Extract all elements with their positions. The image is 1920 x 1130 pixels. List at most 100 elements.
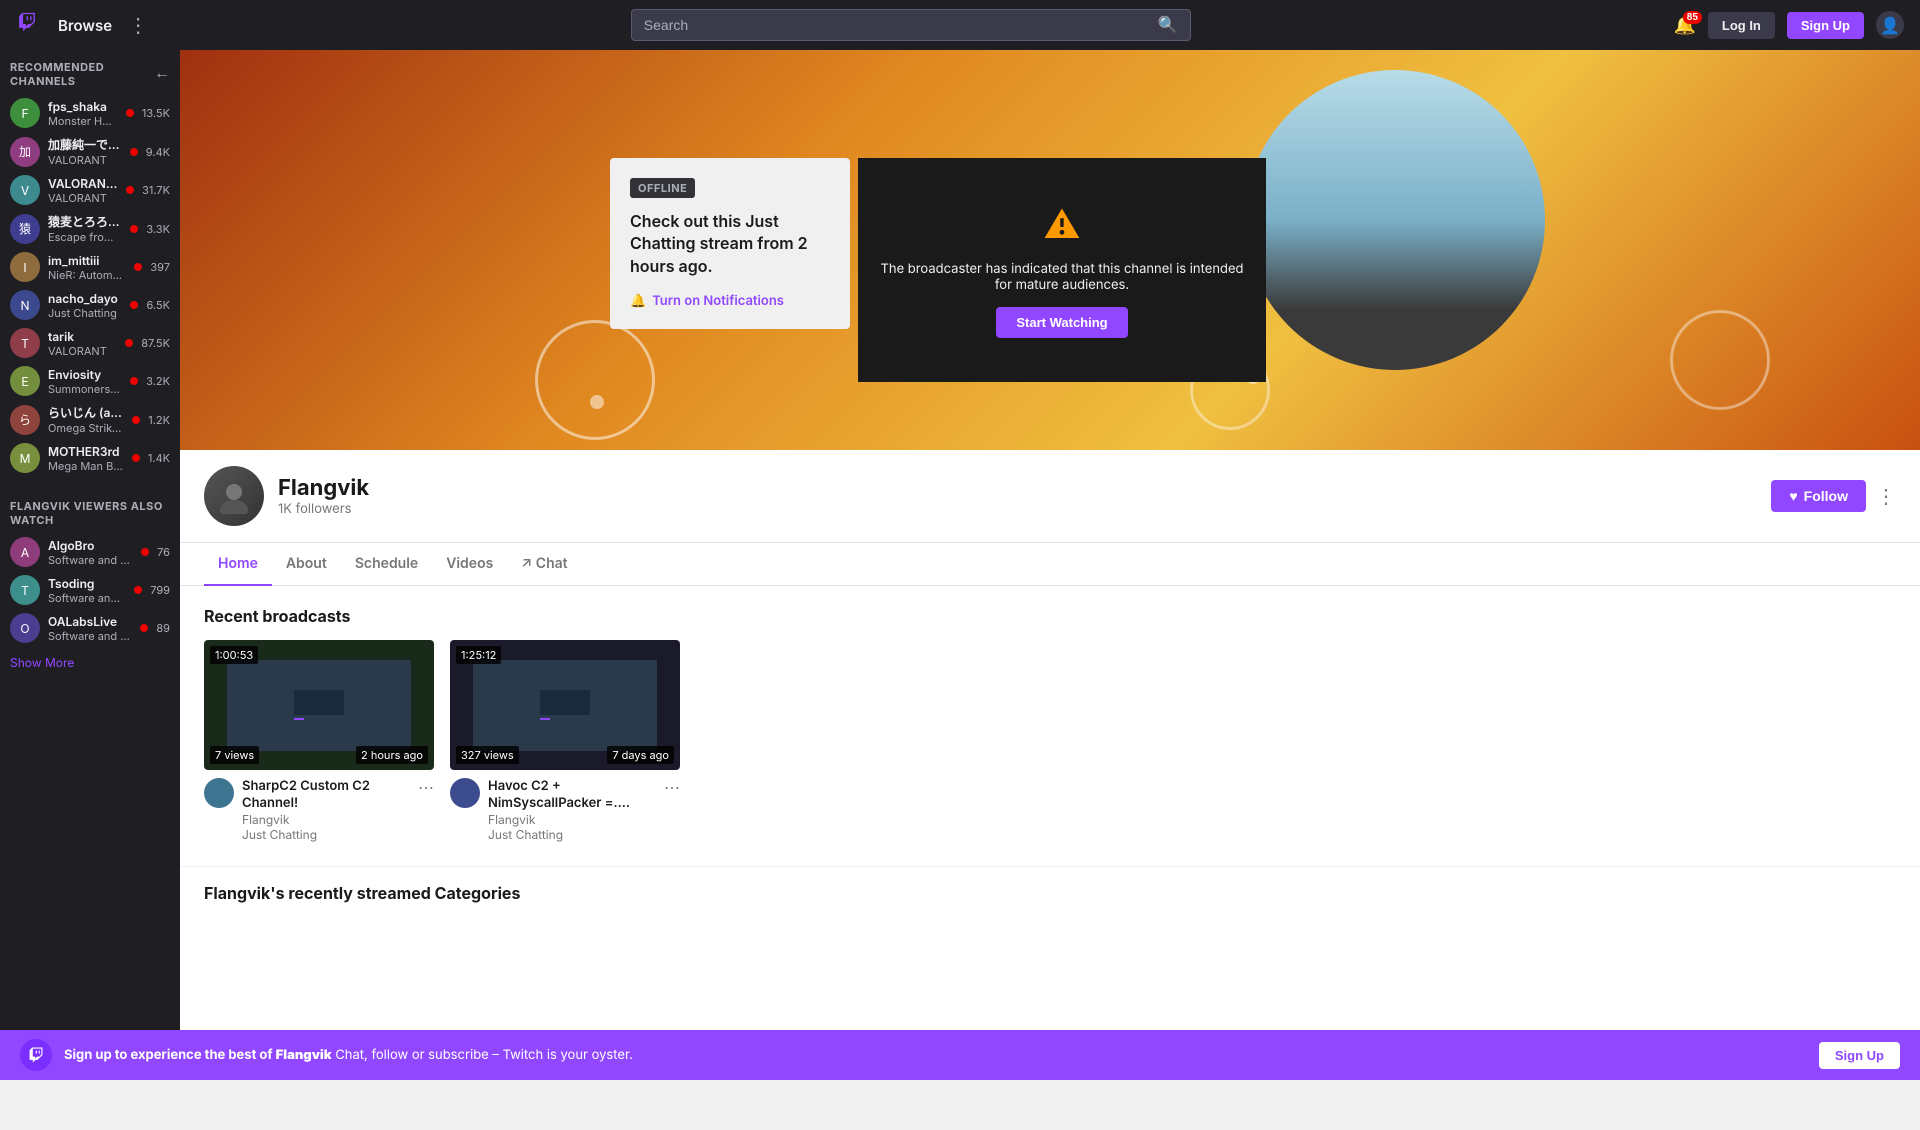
sidebar-item-name: AlgoBro xyxy=(48,538,133,553)
sidebar-item[interactable]: E Enviosity Summoners War: C... 3.2K xyxy=(0,362,180,400)
banner-suffix: Chat, follow or subscribe – Twitch is yo… xyxy=(335,1047,633,1063)
sidebar-avatar: F xyxy=(10,98,40,128)
follow-button[interactable]: ♥ Follow xyxy=(1771,480,1866,512)
broadcast-age: 7 days ago xyxy=(607,746,674,764)
banner-signup-button[interactable]: Sign Up xyxy=(1819,1042,1900,1069)
broadcast-views: 7 views xyxy=(210,746,259,764)
tab-schedule[interactable]: Schedule xyxy=(341,543,432,586)
turn-on-notifications-link[interactable]: 🔔 Turn on Notifications xyxy=(630,293,830,309)
heart-icon: ♥ xyxy=(1789,488,1797,504)
search-input[interactable] xyxy=(632,17,1146,33)
live-indicator xyxy=(130,225,138,233)
tab-home[interactable]: Home xyxy=(204,543,272,586)
sidebar-also-watch-item[interactable]: T Tsoding Software and Gam... 799 xyxy=(0,571,180,609)
sidebar-item-count: 3.2K xyxy=(146,374,170,388)
sidebar-item-game: NieR: Automata xyxy=(48,268,126,282)
sidebar-avatar: T xyxy=(10,328,40,358)
broadcast-more-button[interactable]: ⋯ xyxy=(418,778,434,798)
live-indicator xyxy=(134,263,142,271)
sidebar-avatar: O xyxy=(10,613,40,643)
notifications-button[interactable]: 🔔 85 xyxy=(1673,15,1695,36)
tab-about[interactable]: About xyxy=(272,543,341,586)
more-options-icon[interactable]: ⋮ xyxy=(128,13,148,37)
search-container: 🔍 xyxy=(164,9,1657,41)
sidebar-item-game: Summoners War: C... xyxy=(48,382,122,396)
sidebar-item-name: fps_shaka xyxy=(48,99,118,114)
sidebar-item[interactable]: 加 加藤純一です (kato... VALORANT 9.4K xyxy=(0,132,180,171)
sidebar-item-count: 6.5K xyxy=(146,298,170,312)
sidebar-avatar: N xyxy=(10,290,40,320)
broadcast-streamer-avatar xyxy=(204,778,234,808)
sidebar-item-count: 9.4K xyxy=(146,145,170,159)
sidebar-item-game: VALORANT xyxy=(48,344,117,358)
channel-text-info: Flangvik 1K followers xyxy=(278,475,369,517)
broadcasts-grid: 1:00:53 7 views 2 hours ago SharpC2 Cust… xyxy=(204,640,1896,846)
sidebar-item-info: nacho_dayo Just Chatting xyxy=(48,291,122,320)
user-avatar[interactable]: 👤 xyxy=(1876,11,1904,39)
start-watching-button[interactable]: Start Watching xyxy=(996,307,1127,338)
sidebar-item-game: VALORANT xyxy=(48,191,118,205)
login-button[interactable]: Log In xyxy=(1708,12,1775,39)
sidebar-item-game: Omega Strikers xyxy=(48,421,124,435)
live-indicator xyxy=(134,586,142,594)
sidebar-item[interactable]: V VALORANT_Amer... VALORANT 31.7K xyxy=(0,171,180,209)
sidebar-item[interactable]: T tarik VALORANT 87.5K xyxy=(0,324,180,362)
live-indicator xyxy=(132,416,140,424)
sidebar-item[interactable]: N nacho_dayo Just Chatting 6.5K xyxy=(0,286,180,324)
sidebar-avatar: 加 xyxy=(10,137,40,167)
bottom-signup-banner: Sign up to experience the best of Flangv… xyxy=(0,1030,1920,1080)
tab-videos[interactable]: Videos xyxy=(432,543,507,586)
broadcast-card[interactable]: 1:25:12 327 views 7 days ago Havoc C2 + … xyxy=(450,640,680,846)
tab-chat[interactable]: ↗ Chat xyxy=(507,543,581,586)
sidebar-item[interactable]: 猿 猿麦とろろ (tororo... Escape from Tarkov 3.… xyxy=(0,209,180,248)
broadcast-more-button[interactable]: ⋯ xyxy=(664,778,680,798)
broadcast-duration: 1:00:53 xyxy=(210,646,258,664)
broadcast-meta-info: SharpC2 Custom C2 Channel! Flangvik Just… xyxy=(242,778,410,842)
broadcast-title: Havoc C2 + NimSyscallPacker =.... xyxy=(488,778,656,812)
search-button[interactable]: 🔍 xyxy=(1146,10,1190,40)
character-silhouette xyxy=(1245,70,1545,370)
sidebar-item-name: MOTHER3rd xyxy=(48,444,124,459)
banner-prefix: Sign up to experience the best of Flangv… xyxy=(64,1047,332,1063)
sidebar-item[interactable]: ら らいじん (alfrea) Omega Strikers 1.2K xyxy=(0,400,180,439)
sidebar-item-game: Software and Gam... xyxy=(48,591,126,605)
channel-more-button[interactable]: ⋮ xyxy=(1876,484,1896,509)
sidebar-item-info: fps_shaka Monster Hunter ... xyxy=(48,99,118,128)
show-more-link[interactable]: Show More xyxy=(0,647,180,678)
sidebar-collapse-button[interactable]: ← xyxy=(154,65,170,83)
sidebar-item[interactable]: M MOTHER3rd Mega Man Battle ... 1.4K xyxy=(0,439,180,477)
sidebar-item-name: tarik xyxy=(48,329,117,344)
sidebar-avatar: E xyxy=(10,366,40,396)
sidebar-item-name: Enviosity xyxy=(48,367,122,382)
sidebar-avatar: M xyxy=(10,443,40,473)
broadcast-card[interactable]: 1:00:53 7 views 2 hours ago SharpC2 Cust… xyxy=(204,640,434,846)
sidebar-item[interactable]: F fps_shaka Monster Hunter ... 13.5K xyxy=(0,94,180,132)
channel-info: Flangvik 1K followers ♥ Follow ⋮ xyxy=(180,450,1920,543)
sidebar-item-count: 1.4K xyxy=(148,451,170,465)
categories-section: Flangvik's recently streamed Categories xyxy=(180,866,1920,933)
sidebar-item-info: らいじん (alfrea) Omega Strikers xyxy=(48,404,124,435)
sidebar-item-game: Software and Gam... xyxy=(48,629,132,643)
sidebar-item[interactable]: I im_mittiii NieR: Automata 397 xyxy=(0,248,180,286)
mature-text: The broadcaster has indicated that this … xyxy=(858,261,1266,293)
sidebar-avatar: ら xyxy=(10,405,40,435)
sidebar-also-watch-item[interactable]: A AlgoBro Software and Gam... 76 xyxy=(0,533,180,571)
sidebar-item-name: OALabsLive xyxy=(48,614,132,629)
recommended-channels-header: Recommended Channels ← xyxy=(0,50,180,94)
sidebar-item-name: 加藤純一です (kato... xyxy=(48,136,122,153)
sidebar-item-name: Tsoding xyxy=(48,576,126,591)
recommended-label: Recommended Channels xyxy=(10,60,154,88)
channel-followers: 1K followers xyxy=(278,501,369,517)
also-watch-list: A AlgoBro Software and Gam... 76 T Tsodi… xyxy=(0,533,180,647)
banner-logo xyxy=(20,1039,52,1071)
broadcast-age: 2 hours ago xyxy=(356,746,428,764)
also-watch-header: Flangvik Viewers Also Watch xyxy=(0,489,180,533)
sidebar-also-watch-item[interactable]: O OALabsLive Software and Gam... 89 xyxy=(0,609,180,647)
main-content: OFFLINE Check out this Just Chatting str… xyxy=(180,50,1920,1080)
signup-button[interactable]: Sign Up xyxy=(1787,12,1864,39)
channel-identity: Flangvik 1K followers xyxy=(204,466,369,526)
broadcast-category: Just Chatting xyxy=(488,827,656,842)
browse-label[interactable]: Browse xyxy=(58,16,112,35)
sidebar-item-info: Tsoding Software and Gam... xyxy=(48,576,126,605)
sidebar-item-info: VALORANT_Amer... VALORANT xyxy=(48,176,118,205)
